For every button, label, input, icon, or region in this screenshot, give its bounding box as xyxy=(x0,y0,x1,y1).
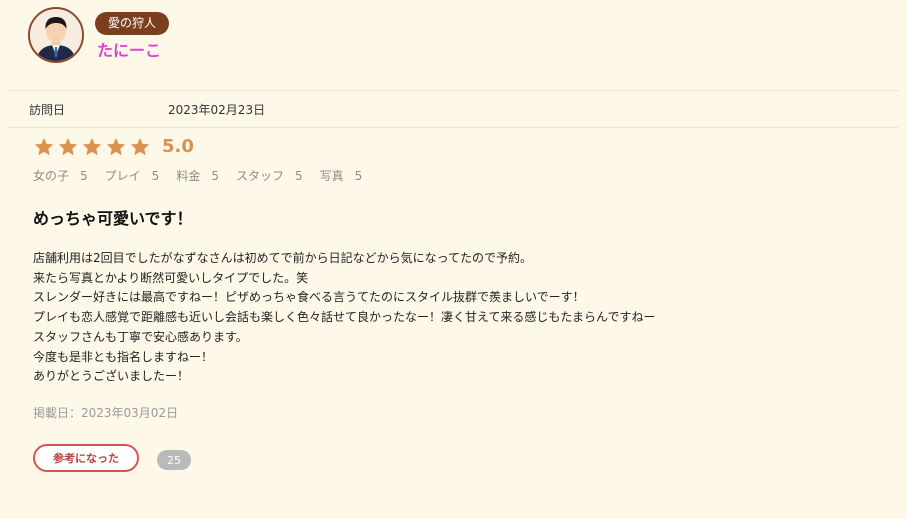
review-card: 愛の狩人 たにーこ 訪問日 2023年02月23日 5.0 女の子 5 プレイ 5 … xyxy=(0,0,907,519)
reviewer-name[interactable]: たにーこ xyxy=(97,37,161,61)
sub-rating-price: 料金 5 xyxy=(176,167,219,184)
helpful-button[interactable]: 参考になった xyxy=(33,444,139,472)
sub-rating-label: 料金 xyxy=(176,169,201,183)
sub-rating-play: プレイ 5 xyxy=(105,167,160,184)
sub-rating-photo: 写真 5 xyxy=(320,167,363,184)
review-line: 来たら写真とかより断然可愛いしタイプでした。笑 xyxy=(33,270,309,285)
review-line: スタッフさんも丁寧で安心感あります。 xyxy=(33,329,248,344)
star-icon xyxy=(106,137,126,156)
review-line: 今度も是非とも指名しますねー！ xyxy=(33,349,214,364)
star-icon xyxy=(58,137,78,156)
review-line: ありがとうございましたー！ xyxy=(33,369,190,384)
sub-rating-value: 5 xyxy=(294,169,303,183)
rating-score: 5.0 xyxy=(162,136,194,157)
visit-date-label: 訪問日 xyxy=(29,103,66,117)
review-line: 店舗利用は2回目でしたがなずなさんは初めてで前から日記などから気になってたので予… xyxy=(33,251,533,265)
review-line: プレイも恋人感覚で距離感も近いし会話も楽しく色々話せて良かったなー！凄く甘えて来… xyxy=(33,310,656,325)
sub-rating-label: スタッフ xyxy=(235,169,284,183)
sub-rating-staff: スタッフ 5 xyxy=(236,167,303,184)
sub-rating-label: プレイ xyxy=(104,169,141,183)
helpful-count-badge: 25 xyxy=(157,450,191,470)
sub-rating-value: 5 xyxy=(211,169,219,183)
divider xyxy=(8,127,899,128)
sub-rating-value: 5 xyxy=(151,169,160,183)
sub-rating-value: 5 xyxy=(80,169,88,183)
sub-rating-label: 写真 xyxy=(319,169,344,183)
sub-rating-girl: 女の子 5 xyxy=(33,167,88,184)
sub-ratings: 女の子 5 プレイ 5 料金 5 スタッフ 5 写真 5 xyxy=(33,167,379,184)
sub-rating-label: 女の子 xyxy=(33,169,70,183)
review-title: めっちゃ可愛いです！ xyxy=(33,209,193,228)
divider xyxy=(8,90,899,91)
rank-badge: 愛の狩人 xyxy=(95,12,170,35)
posted-date: 掲載日：2023年03月02日 xyxy=(33,406,179,420)
star-icon xyxy=(34,137,54,156)
star-icon xyxy=(82,137,102,156)
star-icon xyxy=(130,137,150,156)
star-rating xyxy=(33,136,151,158)
visit-date-value: 2023年02月23日 xyxy=(168,103,266,117)
sub-rating-value: 5 xyxy=(354,169,363,183)
review-body: 店舗利用は2回目でしたがなずなさんは初めてで前から日記などから気になってたので予… xyxy=(33,249,893,387)
user-avatar-icon[interactable] xyxy=(28,7,84,63)
review-line: スレンダー好きには最高ですねー！ピザめっちゃ食べる言うてたのにスタイル抜群で羨ま… xyxy=(33,290,585,305)
